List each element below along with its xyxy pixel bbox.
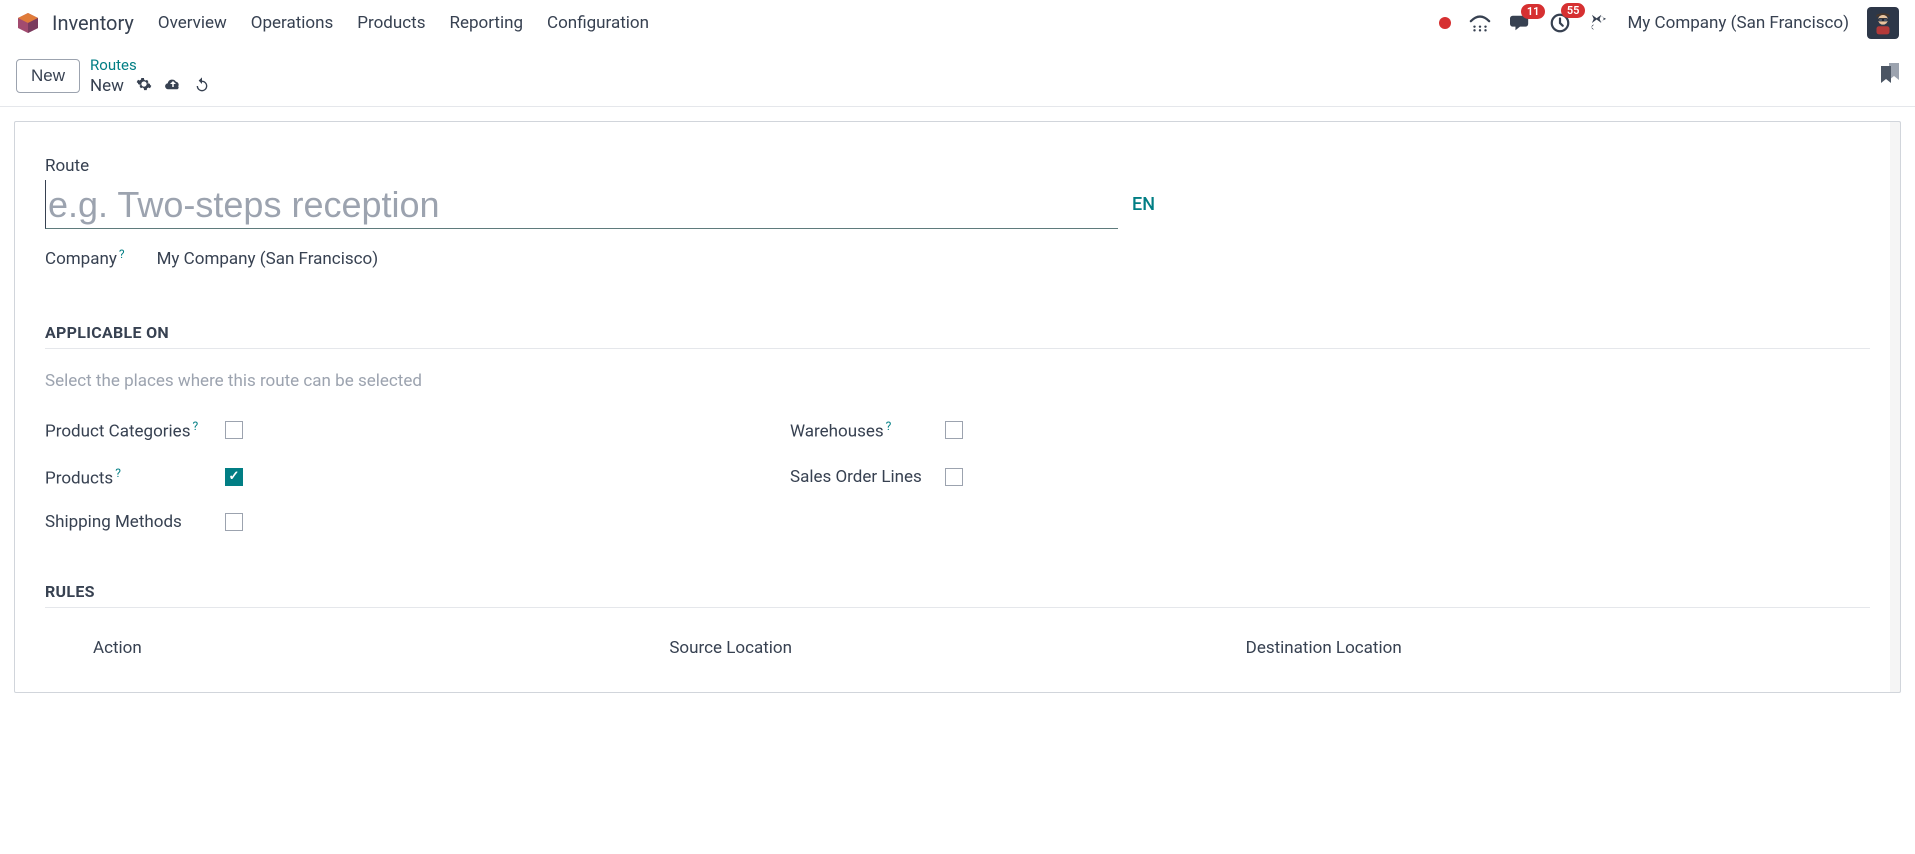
gear-icon[interactable] xyxy=(136,76,152,96)
nav-operations[interactable]: Operations xyxy=(251,13,334,33)
breadcrumb-parent[interactable]: Routes xyxy=(90,56,210,74)
applicable-section-title: APPLICABLE ON xyxy=(45,323,1870,342)
nav-reporting[interactable]: Reporting xyxy=(450,13,524,33)
activities-icon[interactable]: 55 xyxy=(1549,12,1571,34)
language-badge[interactable]: EN xyxy=(1132,194,1155,215)
products-checkbox[interactable] xyxy=(225,468,243,486)
rules-section-title: RULES xyxy=(45,582,1870,601)
product-categories-label: Product Categories xyxy=(45,422,190,442)
sales-order-lines-label: Sales Order Lines xyxy=(790,467,922,487)
route-name-input[interactable] xyxy=(45,180,1118,229)
shipping-methods-checkbox[interactable] xyxy=(225,513,243,531)
action-bar: New Routes New xyxy=(0,46,1915,107)
product-categories-help-icon[interactable]: ? xyxy=(192,419,198,433)
breadcrumb: Routes New xyxy=(90,56,210,96)
top-navbar: Inventory Overview Operations Products R… xyxy=(0,0,1915,46)
company-value[interactable]: My Company (San Francisco) xyxy=(157,249,379,269)
divider xyxy=(45,348,1870,349)
company-label: Company xyxy=(45,249,117,269)
company-help-icon[interactable]: ? xyxy=(119,247,125,261)
products-label: Products xyxy=(45,468,113,488)
rules-table-header: Action Source Location Destination Locat… xyxy=(45,638,1870,658)
discard-icon[interactable] xyxy=(194,76,210,96)
company-selector[interactable]: My Company (San Francisco) xyxy=(1627,13,1849,33)
nav-overview[interactable]: Overview xyxy=(158,13,227,33)
app-logo-icon[interactable] xyxy=(16,11,40,35)
rules-col-source: Source Location xyxy=(669,638,1245,658)
warehouses-checkbox[interactable] xyxy=(945,421,963,439)
debug-icon[interactable] xyxy=(1589,13,1609,33)
nav-products[interactable]: Products xyxy=(357,13,425,33)
form-sheet: Route EN Company? My Company (San Franci… xyxy=(14,121,1901,693)
phone-icon[interactable] xyxy=(1469,13,1491,33)
breadcrumb-current: New xyxy=(90,76,124,96)
sales-order-lines-checkbox[interactable] xyxy=(945,468,963,486)
shipping-methods-label: Shipping Methods xyxy=(45,512,182,532)
activities-badge: 55 xyxy=(1561,3,1586,18)
messages-badge: 11 xyxy=(1521,4,1546,19)
applicable-grid: Product Categories? Warehouses? Products… xyxy=(45,419,1535,532)
nav-configuration[interactable]: Configuration xyxy=(547,13,649,33)
divider xyxy=(45,607,1870,608)
bookmark-icon[interactable] xyxy=(1881,71,1899,89)
status-dot-icon[interactable] xyxy=(1439,17,1451,29)
rules-col-action: Action xyxy=(93,638,669,658)
form-wrapper: Route EN Company? My Company (San Franci… xyxy=(0,107,1915,707)
nav-right: 11 55 My Company (San Francisco) xyxy=(1439,7,1899,39)
applicable-hint: Select the places where this route can b… xyxy=(45,371,1870,391)
route-label: Route xyxy=(45,156,89,176)
cloud-upload-icon[interactable] xyxy=(164,76,182,96)
warehouses-help-icon[interactable]: ? xyxy=(886,419,892,433)
new-button[interactable]: New xyxy=(16,59,80,93)
messages-icon[interactable]: 11 xyxy=(1509,13,1531,33)
product-categories-checkbox[interactable] xyxy=(225,421,243,439)
user-avatar[interactable] xyxy=(1867,7,1899,39)
rules-col-dest: Destination Location xyxy=(1246,638,1822,658)
app-title[interactable]: Inventory xyxy=(52,11,134,35)
nav-menu: Overview Operations Products Reporting C… xyxy=(158,13,649,33)
products-help-icon[interactable]: ? xyxy=(115,466,121,480)
warehouses-label: Warehouses xyxy=(790,422,884,442)
